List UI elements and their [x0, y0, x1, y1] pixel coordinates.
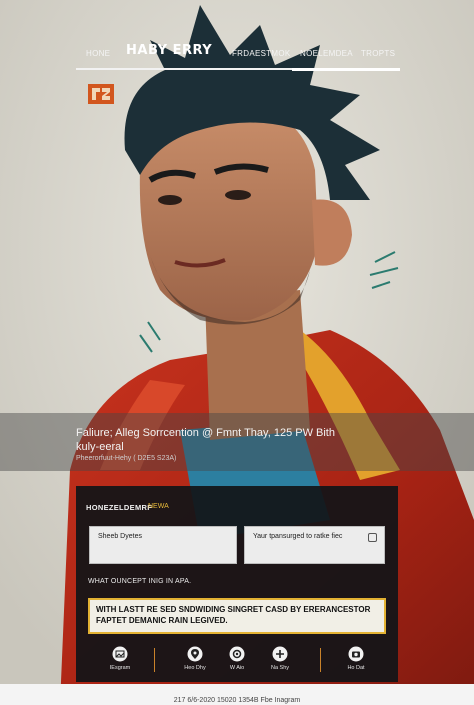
action-camera[interactable]: Ho Dat: [336, 646, 376, 671]
footer-bar: 217 6/6-2020 15020 1354B Fbe Inagram: [0, 684, 474, 705]
action-label: Heo Dhy: [184, 665, 206, 671]
caption-title: Faliure; Alleg Sorrcention @ Fmnt Thay, …: [76, 427, 335, 439]
form-panel: HONEZELDEMRF NEWA Sheeb Dyetes Yaur tpan…: [76, 486, 398, 682]
caption-meta: Pheerorfuut-Hehy ( D2E5 S23A): [76, 455, 177, 462]
action-location[interactable]: Heo Dhy: [175, 646, 215, 671]
caption-band: [0, 413, 474, 471]
field-right-input[interactable]: Yaur tpansurged to ratke fiec: [244, 526, 385, 564]
field-right-text: Yaur tpansurged to ratke fiec: [253, 533, 343, 540]
image-icon: [112, 646, 128, 662]
settings-icon: [229, 646, 245, 662]
action-label: W Aio: [229, 665, 245, 671]
top-navigation: HONE HABY ERRY FRDAESTMOK NOELEMDEA TROP…: [76, 40, 400, 71]
plus-icon: [272, 646, 288, 662]
divider-right: [320, 648, 322, 672]
action-label: Ho Dat: [347, 665, 365, 671]
action-settings[interactable]: W Aio: [217, 646, 257, 671]
logo-icon[interactable]: [88, 84, 114, 104]
section-label: WHAT OUNCEPT INIG IN APA.: [88, 578, 192, 585]
action-label: IEsgram: [109, 665, 131, 671]
divider-left: [154, 648, 156, 672]
edit-icon[interactable]: [368, 533, 377, 542]
nav-item-2[interactable]: FRDAESTMOK: [232, 49, 291, 58]
nav-home-link[interactable]: HONE: [86, 49, 110, 58]
caption-subtitle: kuly-eeral: [76, 441, 124, 453]
action-bar: IEsgram Heo Dhy W Aio Na Shy Ho Dat: [76, 646, 398, 680]
footer-text: 217 6/6-2020 15020 1354B Fbe Inagram: [173, 697, 301, 704]
action-image[interactable]: IEsgram: [100, 646, 140, 671]
panel-title: HONEZELDEMRF: [86, 503, 153, 512]
nav-active-indicator: [292, 68, 400, 71]
nav-item-4[interactable]: TROPTS: [361, 49, 395, 58]
brand-name[interactable]: HABY ERRY: [126, 43, 212, 58]
callout-textbox[interactable]: WITH LASTT RE SED SNDWIDING SINGRET CASD…: [88, 598, 386, 634]
action-add[interactable]: Na Shy: [260, 646, 300, 671]
panel-tag[interactable]: NEWA: [148, 503, 169, 510]
action-label: Na Shy: [270, 665, 290, 671]
field-left-input[interactable]: Sheeb Dyetes: [89, 526, 237, 564]
nav-item-3[interactable]: NOELEMDEA: [300, 49, 353, 58]
camera-icon: [348, 646, 364, 662]
map-marker-icon: [187, 646, 203, 662]
